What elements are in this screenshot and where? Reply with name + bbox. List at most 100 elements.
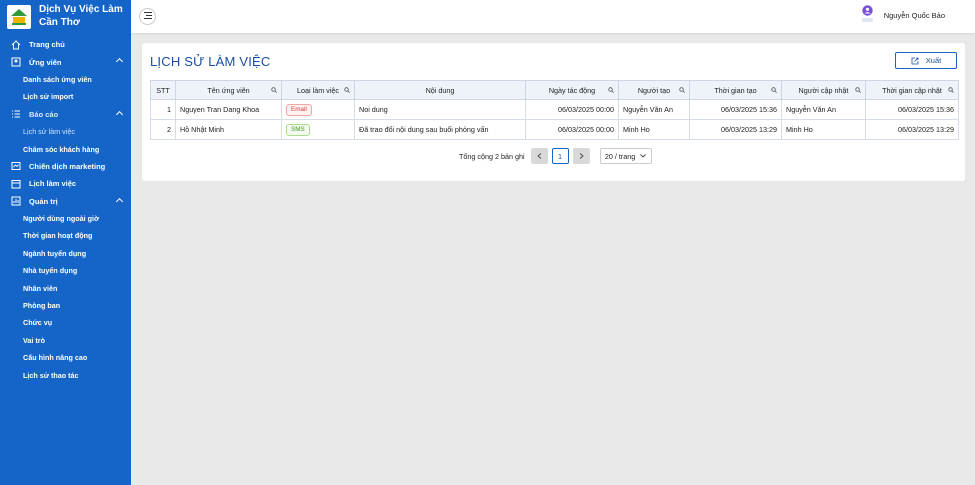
- user-name: Nguyễn Quốc Bảo: [883, 10, 945, 20]
- table-row[interactable]: 1 Nguyen Tran Dang Khoa Email Noi dung 0…: [150, 99, 959, 120]
- cell-created-at: 06/03/2025 13:29: [689, 119, 782, 140]
- sidebar-item-advanced-config[interactable]: Cấu hình nâng cao: [0, 349, 131, 366]
- brand: Dịch Vụ Việc Làm Cần Thơ: [0, 0, 131, 33]
- type-tag: Email: [286, 103, 312, 116]
- sidebar-nav: Trang chủ Ứng viên Danh sách ứng viên Lị…: [0, 33, 131, 384]
- prev-page-button[interactable]: [530, 148, 548, 164]
- sidebar-item-reports[interactable]: Báo cáo: [0, 106, 131, 123]
- type-tag: SMS: [286, 123, 310, 136]
- sidebar-item-candidate-list[interactable]: Danh sách ứng viên: [0, 71, 131, 88]
- top-header: Nguyễn Quốc Bảo: [131, 0, 975, 33]
- column-header-created-at[interactable]: Thời gian tạo: [689, 80, 782, 100]
- column-header-action-date[interactable]: Ngày tác động: [525, 80, 619, 100]
- sidebar-item-label: Báo cáo: [29, 109, 59, 119]
- sidebar-item-label: Ứng viên: [29, 57, 62, 67]
- cell-content: Đã trao đổi nội dung sau buổi phỏng vấn: [354, 119, 526, 140]
- sidebar-item-employers[interactable]: Nhà tuyển dụng: [0, 262, 131, 279]
- search-icon[interactable]: [948, 86, 954, 95]
- cell-work-type: SMS: [281, 119, 355, 140]
- sidebar-item-industries[interactable]: Ngành tuyển dụng: [0, 245, 131, 262]
- export-icon: [911, 57, 919, 65]
- sidebar-item-candidates[interactable]: Ứng viên: [0, 53, 131, 70]
- cell-updater: Minh Ho: [781, 119, 866, 140]
- chevron-right-icon: [579, 152, 584, 161]
- sidebar-item-import-history[interactable]: Lịch sử import: [0, 88, 131, 105]
- column-header-content: Nội dung: [354, 80, 526, 100]
- menu-toggle-button[interactable]: [139, 8, 156, 25]
- column-header-work-type[interactable]: Loại làm việc: [281, 80, 355, 100]
- calendar-icon: [10, 178, 21, 189]
- column-header-updated-at[interactable]: Thời gian cập nhật: [865, 80, 959, 100]
- sidebar-item-roles[interactable]: Vai trò: [0, 332, 131, 349]
- admin-icon: [10, 196, 21, 207]
- search-icon[interactable]: [344, 86, 350, 95]
- sidebar-item-label: Trang chủ: [29, 40, 65, 50]
- search-icon[interactable]: [679, 86, 685, 95]
- search-icon[interactable]: [771, 86, 777, 95]
- chevron-up-icon: [115, 110, 124, 118]
- home-icon: [10, 39, 21, 50]
- content-card: LỊCH SỬ LÀM VIỆC Xuất STT Tên ứng viên L…: [142, 43, 965, 181]
- sidebar-item-label: Lịch làm việc: [29, 179, 77, 189]
- sidebar-item-operating-time[interactable]: Thời gian hoạt động: [0, 227, 131, 244]
- cell-updated-at: 06/03/2025 15:36: [865, 99, 959, 120]
- cell-stt: 1: [150, 99, 176, 120]
- table-header-row: STT Tên ứng viên Loại làm việc Nội dung …: [150, 80, 959, 100]
- sidebar-item-positions[interactable]: Chức vụ: [0, 314, 131, 331]
- sidebar: Dịch Vụ Việc Làm Cần Thơ Trang chủ Ứng v…: [0, 0, 131, 485]
- cell-updater: Nguyễn Văn An: [781, 99, 866, 120]
- export-label: Xuất: [925, 56, 942, 65]
- search-icon[interactable]: [271, 86, 277, 95]
- cell-content: Noi dung: [354, 99, 526, 120]
- pagination: Tổng cộng 2 bản ghi 1 20 / trang: [459, 148, 652, 164]
- avatar: [861, 5, 875, 25]
- chevron-down-icon: [640, 154, 647, 158]
- cell-candidate-name: Nguyen Tran Dang Khoa: [175, 99, 282, 120]
- page-title: LỊCH SỬ LÀM VIỆC: [150, 54, 271, 69]
- app-title: Dịch Vụ Việc Làm Cần Thơ: [39, 4, 123, 28]
- sidebar-item-admin[interactable]: Quản trị: [0, 193, 131, 210]
- work-history-table: STT Tên ứng viên Loại làm việc Nội dung …: [150, 80, 959, 140]
- cell-action-date: 06/03/2025 00:00: [525, 99, 619, 120]
- sidebar-item-label: Quản trị: [29, 196, 58, 206]
- user-icon: [10, 57, 21, 68]
- sidebar-item-home[interactable]: Trang chủ: [0, 36, 131, 53]
- sidebar-item-label: Chiến dịch marketing: [29, 161, 106, 171]
- sidebar-item-staff[interactable]: Nhân viên: [0, 279, 131, 296]
- chevron-up-icon: [115, 58, 124, 66]
- cell-candidate-name: Hồ Nhật Minh: [175, 119, 282, 140]
- chevron-left-icon: [536, 152, 542, 161]
- cell-created-at: 06/03/2025 15:36: [689, 99, 782, 120]
- page-number-button[interactable]: 1: [551, 148, 569, 164]
- sidebar-item-action-history[interactable]: Lịch sử thao tác: [0, 366, 131, 383]
- page-size-value: 20 / trang: [604, 151, 636, 161]
- user-menu[interactable]: Nguyễn Quốc Bảo: [861, 5, 945, 25]
- list-icon: [10, 109, 21, 120]
- sidebar-item-calendar[interactable]: Lịch làm việc: [0, 175, 131, 192]
- cell-creator: Nguyễn Văn An: [618, 99, 690, 120]
- search-icon[interactable]: [855, 86, 861, 95]
- search-icon[interactable]: [608, 86, 614, 95]
- sidebar-item-after-hours-users[interactable]: Người dùng ngoài giờ: [0, 210, 131, 227]
- campaign-icon: [10, 161, 21, 172]
- sidebar-item-departments[interactable]: Phòng ban: [0, 297, 131, 314]
- cell-creator: Minh Ho: [618, 119, 690, 140]
- cell-stt: 2: [150, 119, 176, 140]
- logo: [7, 4, 31, 29]
- page-size-select[interactable]: 20 / trang: [599, 148, 652, 164]
- next-page-button[interactable]: [572, 148, 590, 164]
- total-records: Tổng cộng 2 bản ghi: [459, 151, 525, 161]
- table-row[interactable]: 2 Hồ Nhật Minh SMS Đã trao đổi nội dung …: [150, 119, 959, 140]
- column-header-creator[interactable]: Người tạo: [618, 80, 690, 100]
- export-button[interactable]: Xuất: [895, 52, 957, 69]
- cell-updated-at: 06/03/2025 13:29: [865, 119, 959, 140]
- column-header-updater[interactable]: Người cập nhật: [781, 80, 866, 100]
- cell-work-type: Email: [281, 99, 355, 120]
- chevron-up-icon: [115, 197, 124, 205]
- hamburger-icon: [143, 12, 152, 21]
- sidebar-item-work-history[interactable]: Lịch sử làm việc: [0, 123, 131, 140]
- sidebar-item-customer-care[interactable]: Chăm sóc khách hàng: [0, 140, 131, 157]
- sidebar-item-marketing[interactable]: Chiến dịch marketing: [0, 158, 131, 175]
- column-header-stt: STT: [150, 80, 176, 100]
- column-header-candidate-name[interactable]: Tên ứng viên: [175, 80, 282, 100]
